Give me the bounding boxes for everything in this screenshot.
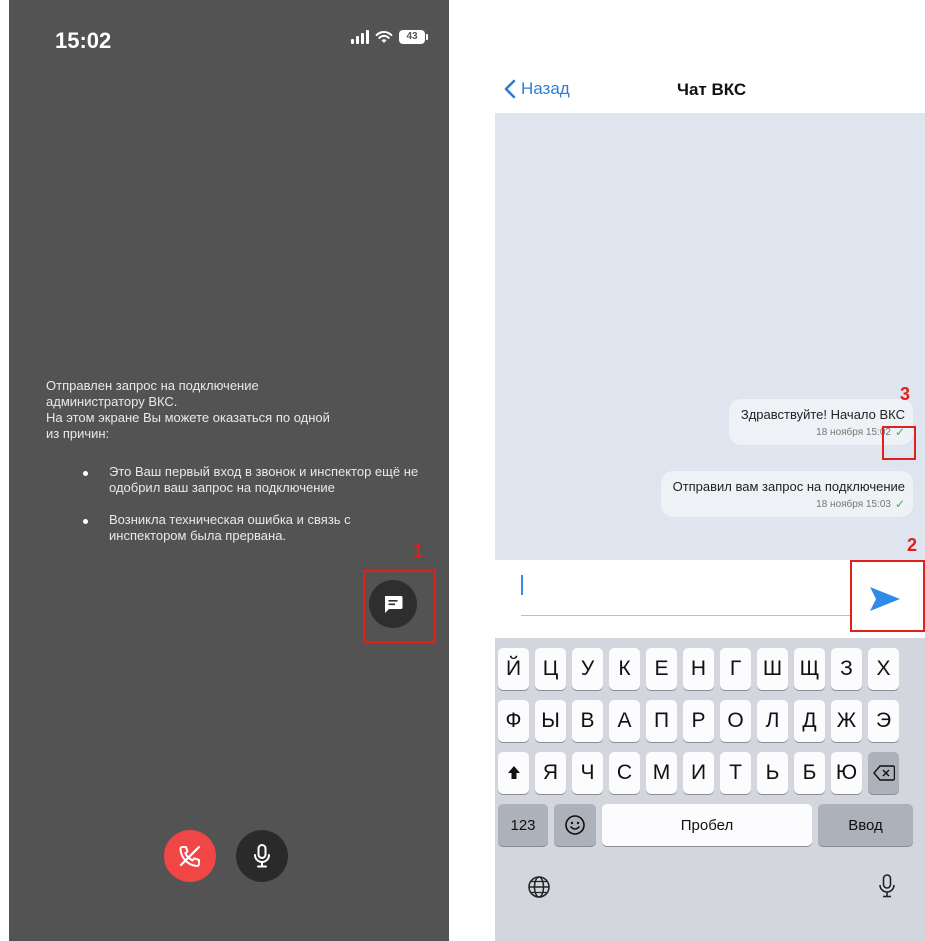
key[interactable]: П [646,700,677,742]
key[interactable]: С [609,752,640,794]
chevron-left-icon [504,79,516,99]
info-line: из причин: [46,426,110,441]
key[interactable]: Ю [831,752,862,794]
keyboard-row: Я Ч С М И Т Ь Б Ю [498,752,925,794]
call-controls [164,830,288,882]
key[interactable]: Ш [757,648,788,690]
key[interactable]: Н [683,648,714,690]
hangup-button[interactable] [164,830,216,882]
numbers-key[interactable]: 123 [498,804,548,846]
key[interactable]: Г [720,648,751,690]
key[interactable]: Е [646,648,677,690]
dictation-mic-icon [879,874,895,898]
back-button[interactable]: Назад [503,79,570,99]
message-text: Здравствуйте! Начало ВКС [740,407,905,422]
key[interactable]: Ц [535,648,566,690]
microphone-icon [254,844,270,868]
keyboard-row: Ф Ы В А П Р О Л Д Ж Э [498,700,925,742]
waiting-room-screen: 15:02 43 Отправлен запрос на подключение… [9,0,449,941]
back-label: Назад [521,79,570,98]
message-text: Отправил вам запрос на подключение [672,479,905,494]
message-time: 18 ноября 15:02 [816,426,891,438]
key[interactable]: Э [868,700,899,742]
status-icons: 43 [351,30,428,44]
space-key[interactable]: Пробел [602,804,812,846]
dictation-key[interactable] [871,869,903,903]
key[interactable]: Т [720,752,751,794]
key[interactable]: З [831,648,862,690]
status-bar: 15:02 43 [55,28,429,58]
reason-item: Это Ваш первый вход в звонок и инспектор… [46,464,426,496]
signal-icon [351,30,369,44]
key[interactable]: А [609,700,640,742]
key[interactable]: Ч [572,752,603,794]
read-check-icon: ✓ [894,497,905,511]
key[interactable]: Ы [535,700,566,742]
key[interactable]: Х [868,648,899,690]
key[interactable]: М [646,752,677,794]
emoji-icon [565,815,585,835]
reason-item: Возникла техническая ошибка и связь с ин… [46,512,426,544]
key[interactable]: О [720,700,751,742]
key[interactable]: Б [794,752,825,794]
keyboard-row: Й Ц У К Е Н Г Ш Щ З Х [498,648,925,690]
shift-key[interactable] [498,752,529,794]
key[interactable]: Ж [831,700,862,742]
key[interactable]: К [609,648,640,690]
key[interactable]: Ь [757,752,788,794]
emoji-key[interactable] [554,804,596,846]
message-bubble: Отправил вам запрос на подключение 18 но… [660,471,913,517]
battery-indicator: 43 [399,30,428,44]
backspace-key[interactable] [868,752,899,794]
reasons-list: Это Ваш первый вход в звонок и инспектор… [46,464,426,544]
key[interactable]: Р [683,700,714,742]
key[interactable]: Ф [498,700,529,742]
return-key[interactable]: Ввод [818,804,913,846]
chat-screen: Назад Чат ВКС Здравствуйте! Начало ВКС 1… [495,0,925,941]
message-composer [495,560,925,638]
key[interactable]: Щ [794,648,825,690]
message-meta: 18 ноября 15:02 ✓ [741,425,905,439]
navigation-bar: Назад Чат ВКС [495,75,925,113]
callout-2: 2 [907,535,918,555]
message-time: 18 ноября 15:03 [816,498,891,510]
keyboard-row: 123 Пробел Ввод [498,804,925,846]
key[interactable]: Л [757,700,788,742]
highlight-box-2 [850,560,925,632]
wifi-icon [375,31,393,43]
connection-request-info: Отправлен запрос на подключение админист… [46,378,426,560]
highlight-box-1 [363,570,436,643]
key[interactable]: Д [794,700,825,742]
globe-icon [528,876,550,898]
shift-icon [507,766,520,779]
key[interactable]: В [572,700,603,742]
on-screen-keyboard: Й Ц У К Е Н Г Ш Щ З Х Ф Ы В А П Р О Л Д … [495,638,925,941]
message-list: Здравствуйте! Начало ВКС 18 ноября 15:02… [495,113,925,560]
key[interactable]: Я [535,752,566,794]
info-line: администратору ВКС. [46,394,178,409]
highlight-box-3 [882,426,916,460]
callout-1: 1 [413,541,424,561]
message-meta: 18 ноября 15:03 ✓ [673,497,905,511]
info-line: На этом экране Вы можете оказаться по од… [46,410,330,425]
key[interactable]: И [683,752,714,794]
info-line: Отправлен запрос на подключение [46,378,259,393]
globe-key[interactable] [523,871,555,903]
phone-hangup-icon [179,845,201,867]
status-time: 15:02 [55,28,112,53]
callout-3: 3 [900,384,911,404]
microphone-button[interactable] [236,830,288,882]
chat-title: Чат ВКС [677,80,747,99]
backspace-icon [872,765,895,781]
message-input[interactable] [521,572,851,616]
text-caret [521,575,523,595]
key[interactable]: Й [498,648,529,690]
key[interactable]: У [572,648,603,690]
